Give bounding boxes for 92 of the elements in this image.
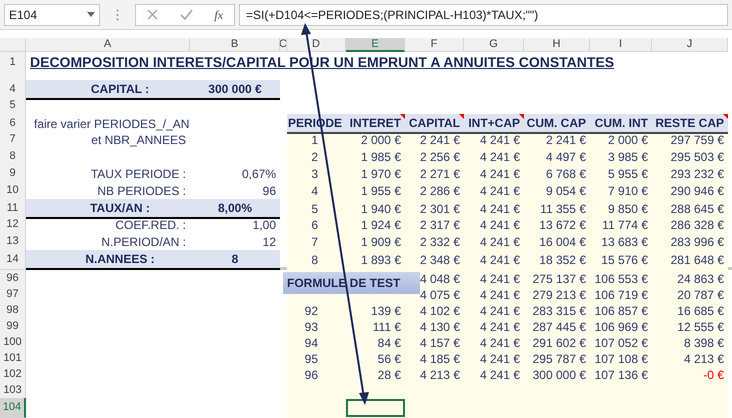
- table-cell: 1 955 €: [346, 182, 405, 200]
- band-label: TAUX/AN :: [89, 200, 151, 217]
- selected-cell[interactable]: [346, 399, 405, 417]
- table-cell: 281 648 €: [652, 250, 728, 270]
- table-cell: 4 241 €: [464, 148, 524, 166]
- table-cell: 4 241 €: [464, 233, 524, 251]
- table-cell: 293 232 €: [652, 165, 728, 183]
- band-label: N.ANNEES :: [84, 251, 156, 268]
- table-cell: 6: [287, 216, 346, 234]
- table-cell: 2: [287, 148, 346, 166]
- row-number[interactable]: 9: [0, 165, 26, 183]
- name-box[interactable]: E104: [4, 4, 100, 26]
- band-value: 300 000 €: [207, 81, 263, 98]
- column-header[interactable]: A: [26, 38, 190, 52]
- table-cell: 15 576 €: [590, 250, 652, 270]
- parameter-value: 0,67%: [242, 166, 276, 183]
- parameter-value: 96: [262, 183, 276, 200]
- table-cell: 6 768 €: [524, 165, 590, 183]
- select-all-corner[interactable]: [0, 38, 26, 52]
- insert-function-button[interactable]: fx: [214, 6, 224, 24]
- table-cell: 2 256 €: [405, 148, 464, 166]
- table-cell: 283 996 €: [652, 233, 728, 251]
- table-cell: 4 497 €: [524, 148, 590, 166]
- table-cell: 4: [287, 182, 346, 200]
- table-cell: 5 955 €: [590, 165, 652, 183]
- column-header[interactable]: H: [524, 38, 590, 52]
- column-title: CUM. CAP: [524, 114, 590, 134]
- column-header[interactable]: G: [464, 38, 524, 52]
- table-cell: 2 271 €: [405, 165, 464, 183]
- table-cell: 4 241 €: [464, 216, 524, 234]
- row-number[interactable]: 5: [0, 97, 26, 114]
- table-cell: 7: [287, 233, 346, 251]
- more-dots-icon: [116, 8, 119, 20]
- column-header[interactable]: F: [405, 38, 464, 52]
- column-title: CAPITAL: [405, 114, 464, 134]
- parameter-value: 12: [262, 234, 276, 251]
- parameter-value: 1,00: [252, 217, 276, 234]
- column-header[interactable]: B: [190, 38, 280, 52]
- row-number[interactable]: 10: [0, 182, 26, 200]
- band-value: 8,00%: [216, 200, 254, 217]
- table-cell: 16 004 €: [524, 233, 590, 251]
- dropdown-caret-icon: [87, 12, 95, 17]
- table-cell: 11 774 €: [590, 216, 652, 234]
- row-number[interactable]: 104: [0, 398, 26, 418]
- table-cell: 1 924 €: [346, 216, 405, 234]
- column-title: CUM. INT: [590, 114, 652, 134]
- column-header[interactable]: J: [652, 38, 728, 52]
- row-number[interactable]: 14: [0, 250, 26, 270]
- table-cell: 1 909 €: [346, 233, 405, 251]
- formula-test-label: FORMULE DE TEST: [283, 272, 420, 294]
- table-cell: 13 683 €: [590, 233, 652, 251]
- column-header[interactable]: E: [346, 38, 405, 52]
- table-cell: 8: [287, 250, 346, 270]
- column-title: INT+CAP: [464, 114, 524, 134]
- table-cell: 2 348 €: [405, 250, 464, 270]
- table-cell: 1 985 €: [346, 148, 405, 166]
- table-cell: 290 946 €: [652, 182, 728, 200]
- row-number[interactable]: 13: [0, 233, 26, 251]
- table-cell: 2 332 €: [405, 233, 464, 251]
- column-header[interactable]: D: [287, 38, 346, 52]
- close-icon[interactable]: [146, 9, 158, 20]
- table-cell: 295 503 €: [652, 148, 728, 166]
- table-cell: 1 970 €: [346, 165, 405, 183]
- band-label: CAPITAL :: [90, 81, 150, 98]
- table-cell: 2 286 €: [405, 182, 464, 200]
- column-header[interactable]: I: [590, 38, 652, 52]
- row-number[interactable]: 8: [0, 148, 26, 166]
- check-icon[interactable]: [180, 9, 193, 20]
- table-cell: 18 352 €: [524, 250, 590, 270]
- table-cell: 2 317 €: [405, 216, 464, 234]
- parameter-label: N.PERIOD/AN :: [101, 234, 186, 251]
- table-cell: 7 910 €: [590, 182, 652, 200]
- table-cell: 4 241 €: [464, 182, 524, 200]
- parameter-label: NB PERIODES :: [97, 183, 186, 200]
- table-cell: 13 672 €: [524, 216, 590, 234]
- band-value: 8: [230, 251, 240, 268]
- table-cell: 286 328 €: [652, 216, 728, 234]
- table-cell: 9 054 €: [524, 182, 590, 200]
- table-cell: 3 985 €: [590, 148, 652, 166]
- table-cell: 4 241 €: [464, 250, 524, 270]
- column-title: RESTE CAP: [652, 114, 728, 134]
- parameter-label: COEF.RED. :: [115, 217, 186, 234]
- table-cell: 1 893 €: [346, 250, 405, 270]
- formula-field[interactable]: =SI(+D104<=PERIODES;(PRINCIPAL-H103)*TAUX;""): [239, 4, 728, 26]
- parameter-label: TAUX PERIODE :: [90, 166, 186, 183]
- parameter-label: et NBR_ANNEES: [91, 132, 186, 149]
- column-title: INTERET: [346, 114, 405, 134]
- row-number[interactable]: 7: [0, 131, 26, 149]
- note-text: faire varier PERIODES_/_AN: [34, 116, 190, 133]
- table-cell: 3: [287, 165, 346, 183]
- row-number[interactable]: 12: [0, 216, 26, 234]
- table-cell: 4 241 €: [464, 165, 524, 183]
